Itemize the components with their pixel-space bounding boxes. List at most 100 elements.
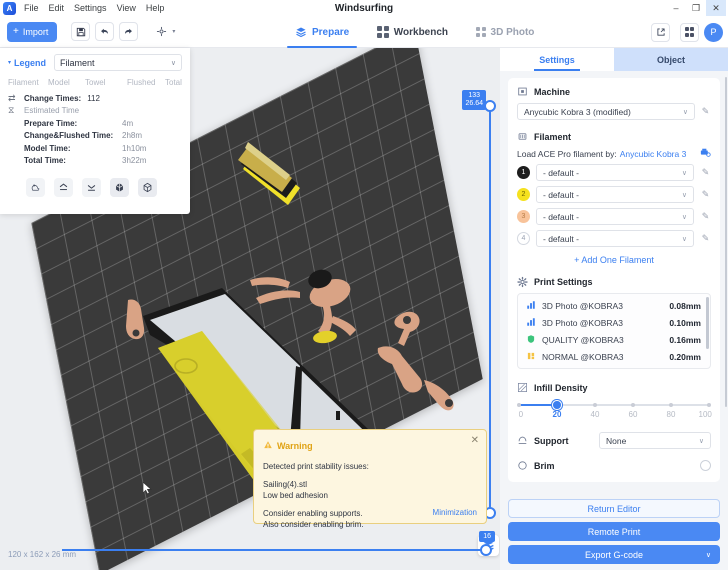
view-tabs: Prepare Workbench 3D Photo bbox=[281, 16, 548, 48]
legend-row-change-times: ⇄ Change Times: 112 bbox=[8, 92, 182, 105]
filament-select-1[interactable]: - default - ∨ bbox=[536, 164, 694, 181]
infill-slider-knob[interactable] bbox=[552, 400, 562, 410]
add-filament-button[interactable]: + Add One Filament bbox=[517, 255, 711, 265]
move-up-icon[interactable] bbox=[54, 178, 73, 197]
print-profile-list[interactable]: 3D Photo @KOBRA3 0.08mm 3D Photo @KOBRA3… bbox=[517, 293, 711, 369]
filament-select-3[interactable]: - default - ∨ bbox=[536, 208, 694, 225]
filament-value: - default - bbox=[543, 167, 579, 178]
filament-select-4[interactable]: - default - ∨ bbox=[536, 230, 694, 247]
tab-workbench-label: Workbench bbox=[393, 26, 449, 38]
edit-filament-2-icon[interactable]: ✎ bbox=[700, 189, 711, 200]
print-profile-row[interactable]: NORMAL @KOBRA3 0.20mm bbox=[518, 348, 710, 365]
move-slider-horizontal[interactable]: 16 bbox=[62, 531, 495, 556]
layer-height-value: 26.64 bbox=[465, 100, 483, 107]
undo-icon[interactable] bbox=[95, 22, 115, 41]
legend-value: 1h10m bbox=[122, 143, 147, 153]
warning-header: Warning bbox=[263, 437, 477, 455]
edit-filament-4-icon[interactable]: ✎ bbox=[700, 233, 711, 244]
edit-machine-icon[interactable]: ✎ bbox=[700, 106, 711, 117]
support-select[interactable]: None ∨ bbox=[599, 432, 711, 449]
warning-file: Sailing(4).stl bbox=[263, 480, 308, 489]
legend-rows: ⇄ Change Times: 112 ⧖ Estimated Time Pre… bbox=[8, 92, 182, 167]
tab-settings[interactable]: Settings bbox=[500, 48, 614, 71]
support-row: Support None ∨ bbox=[517, 432, 711, 449]
settings-caret-icon[interactable]: ▾ bbox=[172, 28, 175, 35]
infill-slider-track[interactable] bbox=[517, 400, 711, 410]
warning-spacer-2 bbox=[263, 501, 477, 508]
layer-slider-vertical[interactable]: 133 26.64 bbox=[462, 90, 496, 519]
menu-item-view[interactable]: View bbox=[117, 3, 136, 13]
tab-object[interactable]: Object bbox=[614, 48, 728, 71]
cube-outline-icon[interactable] bbox=[138, 178, 157, 197]
tab-prepare[interactable]: Prepare bbox=[281, 16, 363, 48]
tab-3d-photo[interactable]: 3D Photo bbox=[462, 16, 548, 48]
section-filament: Filament bbox=[517, 131, 711, 142]
move-slider-knob[interactable] bbox=[480, 544, 492, 556]
menu-item-edit[interactable]: Edit bbox=[49, 3, 65, 13]
legend-row-prepare-time: Prepare Time: 4m bbox=[8, 117, 182, 130]
infill-tick bbox=[631, 402, 635, 407]
legend-header: ▾ Legend Filament ∨ bbox=[8, 54, 182, 71]
filament-slot-4: 4 - default - ∨ ✎ bbox=[517, 230, 711, 247]
right-panel-scrollbar[interactable] bbox=[724, 77, 727, 407]
section-title-machine: Machine bbox=[534, 86, 571, 97]
edit-filament-1-icon[interactable]: ✎ bbox=[700, 167, 711, 178]
edit-filament-3-icon[interactable]: ✎ bbox=[700, 211, 711, 222]
print-profile-row[interactable]: 3D Photo @KOBRA3 0.08mm bbox=[518, 297, 710, 314]
minimize-icon[interactable]: – bbox=[666, 0, 686, 16]
export-gcode-button[interactable]: Export G-code ∨ bbox=[508, 545, 720, 564]
close-icon[interactable]: ✕ bbox=[471, 435, 479, 446]
close-icon[interactable]: ✕ bbox=[706, 0, 726, 16]
save-icon[interactable] bbox=[71, 22, 91, 41]
share-external-icon[interactable] bbox=[651, 22, 670, 42]
redo-icon[interactable] bbox=[119, 22, 139, 41]
minimization-link[interactable]: Minimization bbox=[433, 508, 477, 517]
chevron-down-icon: ∨ bbox=[698, 437, 704, 445]
tab-workbench[interactable]: Workbench bbox=[363, 16, 462, 48]
layer-slider-top-knob[interactable]: 133 26.64 bbox=[462, 90, 496, 112]
print-profile-value: 0.10mm bbox=[669, 317, 701, 328]
filament-slot-3: 3 - default - ∨ ✎ bbox=[517, 208, 711, 225]
infill-tick-label: 0 bbox=[518, 410, 524, 419]
remote-print-button[interactable]: Remote Print bbox=[508, 522, 720, 541]
tab-prepare-label: Prepare bbox=[312, 26, 350, 38]
apps-grid-icon[interactable] bbox=[680, 22, 699, 42]
avatar[interactable]: P bbox=[704, 22, 723, 42]
menu-item-help[interactable]: Help bbox=[146, 3, 165, 13]
menu-item-file[interactable]: File bbox=[24, 3, 39, 13]
print-profile-value: 0.08mm bbox=[669, 300, 701, 311]
filament-value: - default - bbox=[543, 211, 579, 222]
machine-select[interactable]: Anycubic Kobra 3 (modified) ∨ bbox=[517, 103, 695, 120]
brim-checkbox[interactable] bbox=[700, 460, 711, 471]
load-filament-link[interactable]: Anycubic Kobra 3 bbox=[620, 149, 687, 159]
infill-slider[interactable]: 0 20 40 60 80 100 bbox=[517, 400, 712, 421]
main-toolbar: + Import ▾ Prepare Workbench 3D Photo P bbox=[0, 16, 728, 48]
print-profile-name: 3D Photo @KOBRA3 bbox=[542, 317, 623, 328]
filament-color-dot[interactable]: 4 bbox=[517, 232, 530, 245]
legend-mode-value: Filament bbox=[60, 57, 95, 68]
print-profile-row[interactable]: 3D Photo @KOBRA3 0.10mm bbox=[518, 314, 710, 331]
chevron-down-icon[interactable]: ▾ bbox=[8, 59, 11, 66]
move-down-icon[interactable] bbox=[82, 178, 101, 197]
settings-gear-icon[interactable] bbox=[152, 22, 172, 41]
filament-color-dot[interactable]: 2 bbox=[517, 188, 530, 201]
filament-select-2[interactable]: - default - ∨ bbox=[536, 186, 694, 203]
filament-color-dot[interactable]: 3 bbox=[517, 210, 530, 223]
filament-color-dot[interactable]: 1 bbox=[517, 166, 530, 179]
chevron-down-icon: ∨ bbox=[170, 59, 176, 67]
print-profile-row[interactable]: QUALITY @KOBRA3 0.16mm bbox=[518, 331, 710, 348]
infill-tick bbox=[669, 402, 673, 407]
cube-filled-icon[interactable] bbox=[110, 178, 129, 197]
print-profile-scrollbar[interactable] bbox=[706, 297, 709, 349]
menu-item-settings[interactable]: Settings bbox=[74, 3, 107, 13]
grid-small-icon bbox=[476, 27, 486, 37]
printer-connect-icon[interactable] bbox=[699, 147, 711, 161]
import-button[interactable]: + Import bbox=[7, 21, 58, 42]
return-editor-button[interactable]: Return Editor bbox=[508, 499, 720, 518]
legend-mode-select[interactable]: Filament ∨ bbox=[54, 54, 182, 71]
filament-value: - default - bbox=[543, 233, 579, 244]
maximize-icon[interactable]: ❐ bbox=[686, 0, 706, 16]
right-panel-body: Machine Anycubic Kobra 3 (modified) ∨ ✎ … bbox=[500, 71, 728, 491]
nozzle-tool-icon[interactable] bbox=[26, 178, 45, 197]
gear-icon bbox=[517, 276, 528, 287]
